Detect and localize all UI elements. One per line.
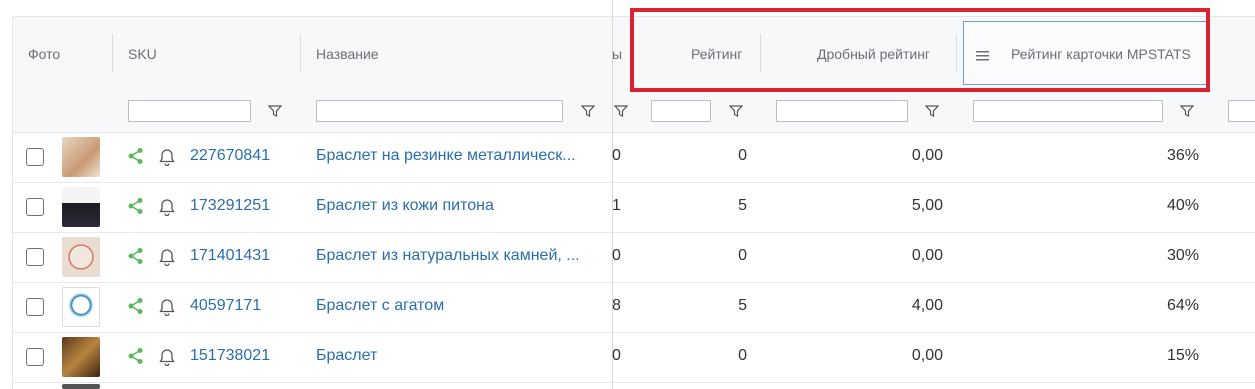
filter-icon[interactable]: [268, 104, 282, 118]
fractional-rating-cell: 4,00: [911, 297, 943, 314]
filter-icon[interactable]: [925, 104, 939, 118]
next-column-filter-input[interactable]: [1228, 100, 1255, 122]
data-grid: Фото SKU Название ы Рейтинг Дробный рейт…: [0, 0, 1255, 389]
sku-link[interactable]: 151738021: [190, 347, 270, 365]
mpstats-rating-cell: 36%: [1166, 147, 1199, 164]
fractional-rating-cell: 0,00: [911, 147, 943, 164]
share-icon[interactable]: [127, 197, 145, 215]
fractional-rating-cell: 5,00: [911, 197, 943, 214]
bell-icon[interactable]: [158, 298, 176, 316]
truncated-cell: 0: [612, 147, 621, 164]
fractional-rating-filter-input[interactable]: [776, 100, 908, 122]
column-header-photo[interactable]: Фото: [28, 16, 60, 92]
column-divider[interactable]: [112, 34, 113, 72]
truncated-cell: 0: [612, 347, 621, 364]
grid-left-border: [12, 16, 13, 389]
share-icon[interactable]: [127, 247, 145, 265]
bell-icon[interactable]: [158, 248, 176, 266]
row-checkbox[interactable]: [26, 348, 44, 366]
rating-cell: 0: [738, 247, 747, 264]
pinned-columns-divider: [612, 0, 613, 389]
mpstats-rating-cell: 15%: [1166, 347, 1199, 364]
sku-link[interactable]: 171401431: [190, 247, 270, 265]
truncated-cell: 1: [612, 197, 621, 214]
row-checkbox[interactable]: [26, 298, 44, 316]
column-header-truncated[interactable]: ы: [612, 16, 622, 92]
filter-icon[interactable]: [581, 104, 595, 118]
filter-icon[interactable]: [1180, 104, 1194, 118]
product-thumbnail[interactable]: [62, 187, 100, 227]
share-icon[interactable]: [127, 147, 145, 165]
truncated-cell: 0: [612, 247, 621, 264]
rating-cell: 5: [738, 297, 747, 314]
product-name-link[interactable]: Браслет из натуральных камней, ...: [316, 247, 598, 265]
name-filter-input[interactable]: [316, 100, 563, 122]
product-thumbnail[interactable]: [62, 137, 100, 177]
product-thumbnail[interactable]: [62, 384, 100, 389]
product-name-link[interactable]: Браслет: [316, 347, 598, 365]
product-thumbnail[interactable]: [62, 337, 100, 377]
highlight-annotation-box: [630, 8, 1210, 92]
share-icon[interactable]: [127, 347, 145, 365]
column-header-name[interactable]: Название: [316, 16, 379, 92]
rating-cell: 0: [738, 147, 747, 164]
row-checkbox[interactable]: [26, 148, 44, 166]
share-icon[interactable]: [127, 297, 145, 315]
rating-cell: 0: [738, 347, 747, 364]
product-name-link[interactable]: Браслет с агатом: [316, 297, 598, 315]
mpstats-rating-cell: 64%: [1166, 297, 1199, 314]
sku-link[interactable]: 173291251: [190, 197, 270, 215]
filter-icon[interactable]: [729, 104, 743, 118]
product-name-link[interactable]: Браслет на резинке металлическ...: [316, 147, 598, 165]
mpstats-rating-cell: 40%: [1166, 197, 1199, 214]
sku-link[interactable]: 40597171: [190, 297, 261, 315]
filter-icon[interactable]: [614, 104, 628, 118]
product-name-link[interactable]: Браслет из кожи питона: [316, 197, 598, 215]
row-checkbox[interactable]: [26, 248, 44, 266]
product-thumbnail[interactable]: [62, 237, 100, 277]
column-divider[interactable]: [300, 34, 301, 72]
bell-icon[interactable]: [158, 198, 176, 216]
mpstats-rating-filter-input[interactable]: [973, 100, 1163, 122]
row-checkbox[interactable]: [26, 198, 44, 216]
bell-icon[interactable]: [158, 348, 176, 366]
product-thumbnail[interactable]: [62, 287, 100, 327]
truncated-cell: 8: [612, 297, 621, 314]
rating-filter-input[interactable]: [651, 100, 711, 122]
fractional-rating-cell: 0,00: [911, 347, 943, 364]
fractional-rating-cell: 0,00: [911, 247, 943, 264]
rating-cell: 5: [738, 197, 747, 214]
bell-icon[interactable]: [158, 148, 176, 166]
mpstats-rating-cell: 30%: [1166, 247, 1199, 264]
sku-filter-input[interactable]: [128, 100, 251, 122]
column-header-sku[interactable]: SKU: [128, 16, 157, 92]
sku-link[interactable]: 227670841: [190, 147, 270, 165]
